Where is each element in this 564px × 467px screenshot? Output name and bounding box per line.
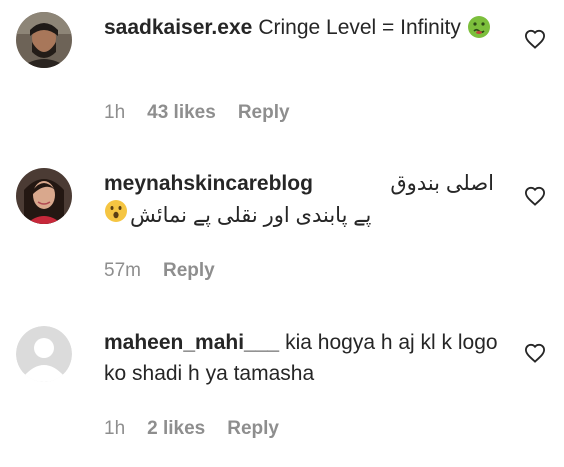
comment-meta: 1h 43 likes Reply — [104, 102, 312, 124]
comment-body: saadkaiser.exe Cringe Level = Infinity — [104, 12, 504, 48]
comment-meta: 1h 2 likes Reply — [104, 418, 301, 440]
heart-outline-icon[interactable] — [524, 343, 546, 363]
likes-count[interactable]: 2 likes — [147, 418, 205, 439]
comment-username[interactable]: meynahskincareblog — [104, 168, 313, 199]
comment-item: maheen_mahi___ kia hogya h aj kl k logo k… — [0, 310, 564, 467]
heart-outline-icon[interactable] — [524, 29, 546, 49]
comment-text: Cringe Level = Infinity — [258, 16, 461, 39]
comment-body: maheen_mahi___ kia hogya h aj kl k logo k… — [104, 327, 504, 389]
reply-button[interactable]: Reply — [238, 102, 290, 123]
astonished-face-icon — [104, 199, 128, 232]
avatar[interactable] — [16, 12, 72, 68]
comment-username[interactable]: saadkaiser.exe — [104, 16, 252, 39]
reply-button[interactable]: Reply — [163, 260, 215, 281]
heart-outline-icon[interactable] — [524, 186, 546, 206]
comment-time: 1h — [104, 102, 126, 123]
comment-meta: 57m Reply — [104, 260, 237, 282]
comment-username[interactable]: maheen_mahi___ — [104, 331, 279, 354]
comment-item: meynahskincareblog اصلی بندوق پے پابندی … — [0, 150, 564, 310]
nauseated-face-icon — [467, 15, 491, 48]
comment-body: meynahskincareblog اصلی بندوق پے پابندی … — [104, 168, 504, 232]
comment-time: 1h — [104, 418, 126, 439]
avatar[interactable] — [16, 168, 72, 224]
comment-item: saadkaiser.exe Cringe Level = Infinity 1h… — [0, 0, 564, 150]
comment-time: 57m — [104, 260, 141, 281]
comment-text-line2: پے پابندی اور نقلی پے نمائش — [130, 204, 372, 227]
reply-button[interactable]: Reply — [227, 418, 279, 439]
avatar[interactable] — [16, 326, 72, 382]
comment-text-line1: اصلی بندوق — [390, 172, 494, 195]
likes-count[interactable]: 43 likes — [147, 102, 216, 123]
